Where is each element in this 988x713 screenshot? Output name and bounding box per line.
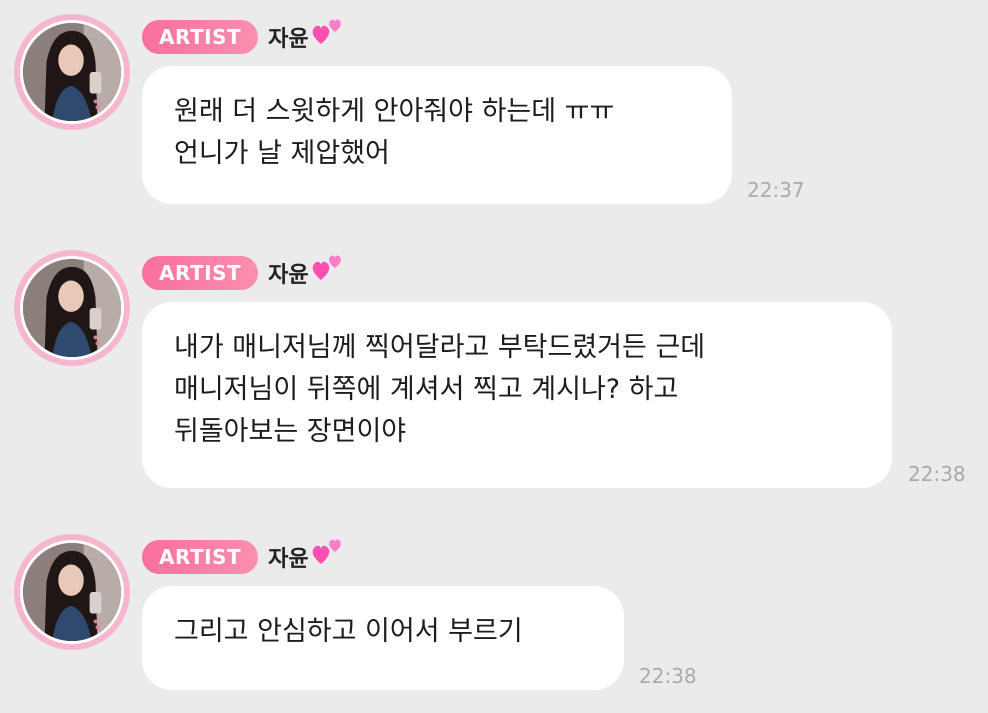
message-text-line: 매니저님이 뒤쪽에 계셔서 찍고 계시나? 하고: [174, 374, 679, 405]
avatar[interactable]: [14, 534, 130, 650]
two-hearts-icon: [312, 539, 341, 564]
avatar-photo: [23, 543, 121, 641]
sender-row: ARTIST 자윤: [142, 253, 345, 293]
message-text-line: 뒤돌아보는 장면이야: [174, 416, 407, 447]
sender-row: ARTIST 자윤: [142, 17, 345, 57]
message-item: ARTIST 자윤 내가 매니저님께 찍어달라고 부탁드렸거든 근데 매니저님이…: [0, 236, 988, 520]
message-text-line: 언니가 날 제압했어: [174, 138, 390, 169]
message-text-line: 내가 매니저님께 찍어달라고 부탁드렸거든 근데: [174, 332, 706, 363]
two-hearts-icon: [312, 19, 341, 44]
message-bubble[interactable]: 그리고 안심하고 이어서 부르기: [142, 586, 624, 690]
timestamp: 22:38: [908, 462, 966, 486]
timestamp: 22:37: [747, 178, 805, 202]
artist-badge: ARTIST: [142, 20, 259, 54]
avatar-photo: [23, 259, 121, 357]
avatar[interactable]: [14, 250, 130, 366]
sender-name: 자윤: [268, 27, 309, 52]
message-bubble[interactable]: 내가 매니저님께 찍어달라고 부탁드렸거든 근데 매니저님이 뒤쪽에 계셔서 찍…: [142, 302, 892, 488]
message-text-line: 원래 더 스윗하게 안아줘야 하는데 ㅠㅠ: [174, 96, 615, 127]
message-item: ARTIST 자윤 원래 더 스윗하게 안아줘야 하는데 ㅠㅠ 언니가 날 제압…: [0, 0, 988, 236]
message-item: ARTIST 자윤 그리고 안심하고 이어서 부르기 22:38: [0, 520, 988, 713]
chat-thread: ARTIST 자윤 원래 더 스윗하게 안아줘야 하는데 ㅠㅠ 언니가 날 제압…: [0, 0, 988, 713]
sender-name: 자윤: [268, 547, 309, 572]
sender-row: ARTIST 자윤: [142, 537, 345, 577]
avatar[interactable]: [14, 14, 130, 130]
message-text-line: 그리고 안심하고 이어서 부르기: [174, 616, 523, 647]
timestamp: 22:38: [639, 664, 697, 688]
two-hearts-icon: [312, 255, 341, 280]
artist-badge: ARTIST: [142, 540, 259, 574]
sender-name: 자윤: [268, 263, 309, 288]
message-bubble[interactable]: 원래 더 스윗하게 안아줘야 하는데 ㅠㅠ 언니가 날 제압했어: [142, 66, 732, 204]
avatar-photo: [23, 23, 121, 121]
artist-badge: ARTIST: [142, 256, 259, 290]
